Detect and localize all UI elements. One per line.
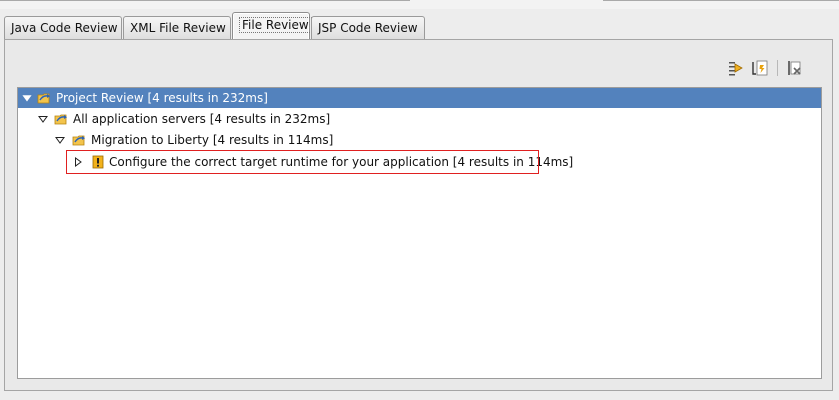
export-results-icon xyxy=(752,60,768,76)
folder-review-icon xyxy=(72,132,88,148)
tree-node-migration-to-liberty[interactable]: Migration to Liberty [4 results in 114ms… xyxy=(18,130,821,150)
top-divider xyxy=(0,0,839,9)
tab-xml-file-review[interactable]: XML File Review xyxy=(123,16,231,39)
tree-node-all-application-servers[interactable]: All application servers [4 results in 23… xyxy=(18,109,821,129)
tab-file-review-label: File Review xyxy=(239,17,312,33)
tab-file-review[interactable]: File Review xyxy=(232,12,312,40)
review-results-tree[interactable]: Project Review [4 results in 232ms] All … xyxy=(17,87,822,379)
tree-node-project-review[interactable]: Project Review [4 results in 232ms] xyxy=(18,88,821,108)
tab-java-code-review[interactable]: Java Code Review xyxy=(4,16,122,39)
tree-node-label: Configure the correct target runtime for… xyxy=(109,155,574,169)
warning-icon xyxy=(90,154,106,170)
clear-results-button[interactable] xyxy=(786,59,804,77)
export-results-button[interactable] xyxy=(751,59,769,77)
file-review-panel: Project Review [4 results in 232ms] All … xyxy=(4,39,833,391)
folder-review-icon xyxy=(54,111,70,127)
tree-node-configure-target-runtime[interactable]: Configure the correct target runtime for… xyxy=(18,152,821,172)
folder-review-icon xyxy=(37,90,53,106)
results-toolbar xyxy=(727,58,804,78)
toolbar-separator xyxy=(777,60,778,76)
run-review-icon xyxy=(729,62,743,76)
expand-arrow-icon[interactable] xyxy=(37,109,49,129)
tree-node-label: Project Review [4 results in 232ms] xyxy=(56,91,268,105)
collapsed-arrow-icon[interactable] xyxy=(72,152,84,172)
tree-node-label: All application servers [4 results in 23… xyxy=(73,112,331,126)
tree-node-label: Migration to Liberty [4 results in 114ms… xyxy=(91,133,334,147)
expand-arrow-icon[interactable] xyxy=(54,130,66,150)
expand-arrow-icon[interactable] xyxy=(21,88,33,108)
run-review-button[interactable] xyxy=(727,59,745,77)
clear-results-icon xyxy=(788,61,801,75)
tab-jsp-code-review[interactable]: JSP Code Review xyxy=(311,16,425,39)
